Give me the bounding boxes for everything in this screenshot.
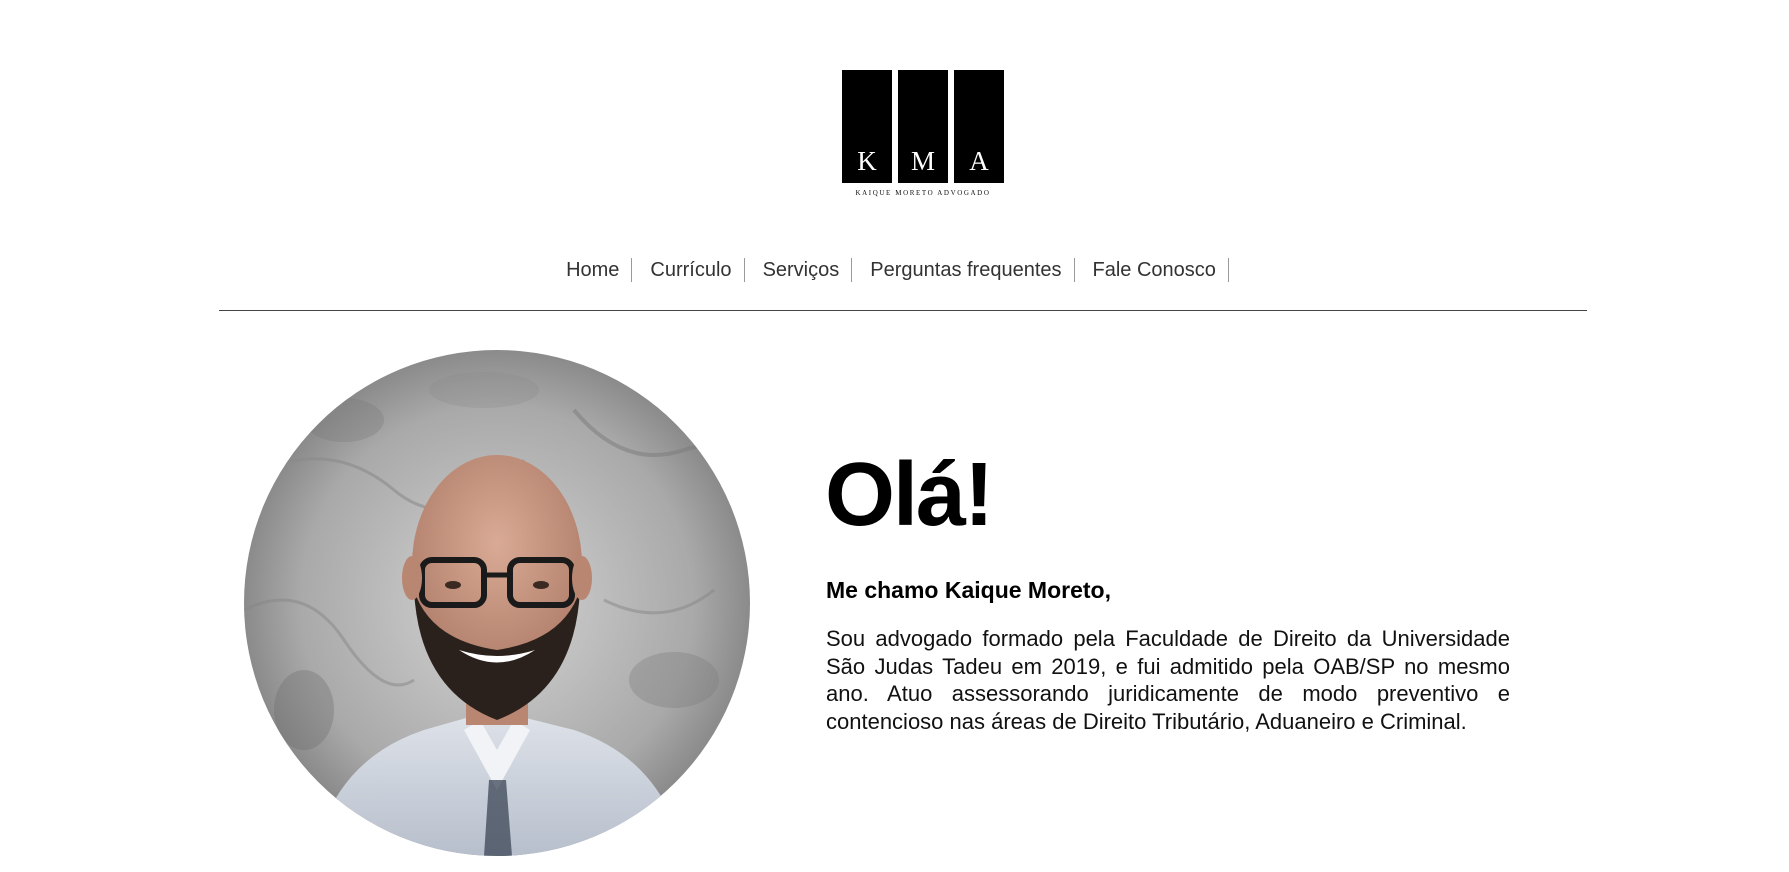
- kma-logo[interactable]: K M A KAIQUE MORETO ADVOGADO: [842, 70, 1004, 200]
- profile-photo: [244, 350, 750, 856]
- logo-letter-k: K: [857, 146, 877, 176]
- main-nav: Home Currículo Serviços Perguntas freque…: [0, 258, 1789, 282]
- logo-letter-a: A: [969, 146, 989, 176]
- nav-item-curriculo[interactable]: Currículo: [638, 258, 745, 282]
- nav-item-home[interactable]: Home: [554, 258, 633, 282]
- greeting-heading: Olá!: [825, 445, 994, 545]
- nav-item-servicos[interactable]: Serviços: [751, 258, 853, 282]
- logo-block-a: A: [954, 70, 1004, 183]
- nav-item-perguntas-frequentes[interactable]: Perguntas frequentes: [858, 258, 1075, 282]
- logo-letter-m: M: [910, 146, 935, 176]
- nav-item-fale-conosco[interactable]: Fale Conosco: [1081, 258, 1229, 282]
- intro-text: Me chamo Kaique Moreto,: [826, 577, 1111, 603]
- logo-subtitle: KAIQUE MORETO ADVOGADO: [855, 189, 991, 197]
- logo-block-m: M: [898, 70, 948, 183]
- nav-divider: [219, 310, 1587, 311]
- bio-paragraph: Sou advogado formado pela Faculdade de D…: [826, 626, 1510, 734]
- logo-block-k: K: [842, 70, 892, 183]
